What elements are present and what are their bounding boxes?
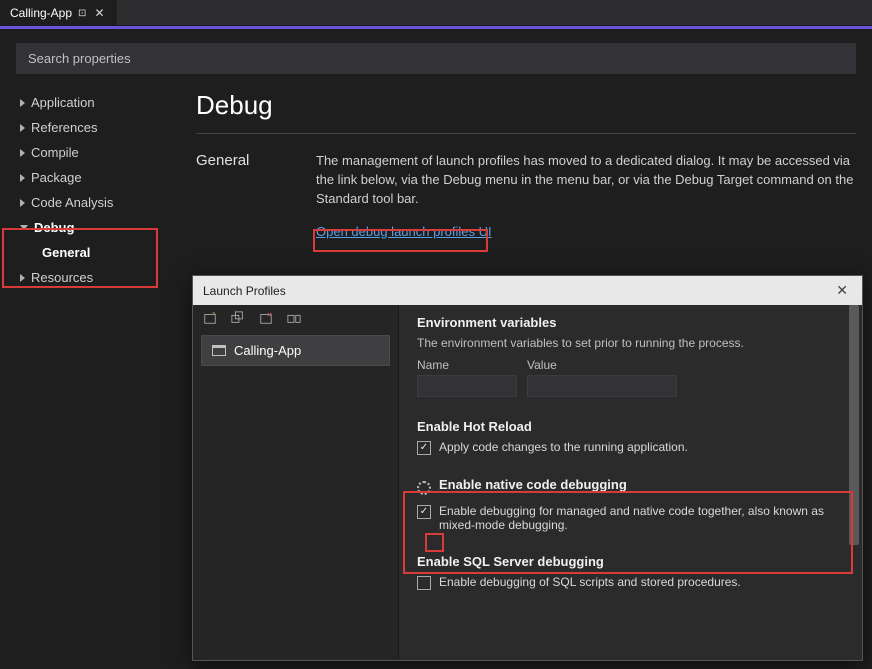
sql-debugging-group: Enable SQL Server debugging Enable debug… [417,554,836,590]
rename-profile-icon[interactable] [287,311,301,325]
profile-settings-panel: Environment variables The environment va… [399,305,862,660]
open-launch-profiles-link[interactable]: Open debug launch profiles UI [316,223,492,242]
env-heading: Environment variables [417,315,836,330]
divider [196,133,856,134]
tab-bar: Calling-App ⊡ ✕ [0,0,872,26]
accent-divider [0,26,872,29]
content-panel: Debug General The management of launch p… [176,84,856,290]
env-variables-group: Environment variables The environment va… [417,315,836,397]
delete-profile-icon[interactable] [259,311,273,325]
dialog-titlebar: Launch Profiles ✕ [193,276,862,305]
env-description: The environment variables to set prior t… [417,336,836,350]
hot-reload-checkbox[interactable] [417,441,431,455]
page-title: Debug [196,90,856,121]
sql-label: Enable debugging of SQL scripts and stor… [439,575,741,589]
chevron-right-icon [20,99,25,107]
dialog-title-text: Launch Profiles [203,284,286,298]
chevron-right-icon [20,174,25,182]
native-checkbox[interactable] [417,505,431,519]
section-body: The management of launch profiles has mo… [316,152,856,241]
profiles-list-panel: Calling-App [193,305,399,660]
chevron-right-icon [20,274,25,282]
search-placeholder: Search properties [28,51,131,66]
close-icon[interactable]: ✕ [92,6,106,20]
tab-title: Calling-App [10,6,72,20]
sql-checkbox[interactable] [417,576,431,590]
env-value-label: Value [527,358,677,372]
nav-references[interactable]: References [16,115,176,140]
hot-reload-group: Enable Hot Reload Apply code changes to … [417,419,836,455]
scrollbar-thumb[interactable] [849,305,859,545]
nav-code-analysis[interactable]: Code Analysis [16,190,176,215]
pin-icon[interactable]: ⊡ [78,8,86,19]
section-label: General [196,152,316,241]
native-label: Enable debugging for managed and native … [439,504,836,532]
chevron-right-icon [20,124,25,132]
hot-reload-heading: Enable Hot Reload [417,419,836,434]
nav-resources[interactable]: Resources [16,265,176,290]
chevron-right-icon [20,149,25,157]
project-icon [212,345,226,356]
chevron-down-icon [20,225,28,230]
nav-package[interactable]: Package [16,165,176,190]
duplicate-profile-icon[interactable] [231,311,245,325]
native-debugging-group: Enable native code debugging Enable debu… [417,477,836,532]
sql-heading: Enable SQL Server debugging [417,554,836,569]
document-tab[interactable]: Calling-App ⊡ ✕ [0,0,117,25]
nav-compile[interactable]: Compile [16,140,176,165]
close-icon[interactable]: ✕ [832,282,852,299]
profile-item[interactable]: Calling-App [201,335,390,366]
env-name-label: Name [417,358,517,372]
new-profile-icon[interactable] [203,311,217,325]
chevron-right-icon [20,199,25,207]
env-value-input[interactable] [527,375,677,397]
properties-nav: Application References Compile Package C… [16,84,176,290]
profiles-toolbar [193,305,398,331]
profile-name: Calling-App [234,343,301,358]
launch-profiles-dialog: Launch Profiles ✕ Calling-App Environmen… [192,275,863,661]
native-heading: Enable native code debugging [439,477,627,492]
nav-debug-general[interactable]: General [16,240,176,265]
nav-application[interactable]: Application [16,90,176,115]
general-description: The management of launch profiles has mo… [316,152,856,209]
nav-debug[interactable]: Debug [16,215,176,240]
hot-reload-label: Apply code changes to the running applic… [439,440,688,454]
gear-icon [417,481,431,495]
env-name-input[interactable] [417,375,517,397]
search-input[interactable]: Search properties [16,43,856,74]
